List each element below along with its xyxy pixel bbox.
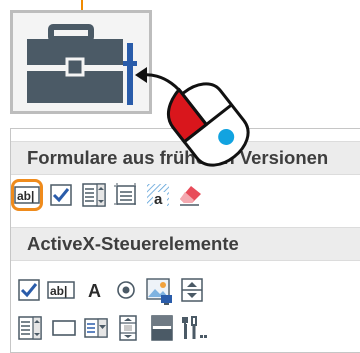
activex-option-button[interactable] (113, 277, 141, 305)
text-field-icon: ab| (14, 186, 40, 204)
list-box-icon (18, 316, 42, 340)
legacy-checkbox-button[interactable] (49, 182, 77, 210)
activex-toggle-button[interactable] (149, 315, 177, 343)
activex-scroll-bar-button[interactable] (115, 315, 143, 343)
toggle-button-icon (151, 315, 173, 341)
activex-text-box-button[interactable]: ab| (47, 277, 75, 305)
legacy-combo-box-button[interactable] (81, 182, 109, 210)
activex-spin-button[interactable] (179, 277, 207, 305)
activex-combo-box-button[interactable] (83, 315, 111, 343)
legacy-reset-shading-button[interactable] (177, 182, 205, 210)
label-label: A (88, 281, 101, 301)
text-box-icon: ab| (47, 281, 75, 299)
field-shading-icon: a (147, 184, 169, 208)
activex-list-box-button[interactable] (17, 315, 45, 343)
legacy-field-shading-button[interactable]: a (145, 182, 173, 210)
connector-line (81, 0, 83, 10)
field-shading-label: a (154, 191, 163, 208)
option-button-icon (117, 281, 135, 299)
mouse-illustration (135, 67, 250, 167)
legacy-frame-button[interactable] (113, 182, 141, 210)
checkbox-icon (50, 184, 72, 206)
combo-box-icon (82, 183, 106, 207)
checkbox-icon (18, 279, 40, 301)
activex-checkbox-button[interactable] (17, 277, 45, 305)
more-controls-icon (182, 316, 207, 339)
mouse-icon (167, 82, 250, 167)
label-icon: A (88, 281, 101, 301)
activex-image-button[interactable] (145, 277, 173, 305)
activex-controls-title: ActiveX-Steuerelemente (27, 233, 239, 254)
scroll-bar-icon (119, 315, 137, 341)
activex-controls-header: ActiveX-Steuerelemente (11, 227, 360, 261)
activex-command-button[interactable] (51, 315, 79, 343)
frame-icon (114, 183, 138, 207)
combo-box-icon (84, 318, 108, 338)
command-button-icon (52, 320, 76, 336)
eraser-icon (180, 186, 201, 206)
spin-button-icon (181, 278, 203, 302)
image-icon (146, 278, 172, 305)
activex-label-button[interactable]: A (83, 277, 111, 305)
legacy-text-field-button[interactable]: ab| (11, 179, 43, 211)
text-field-label: ab| (17, 189, 34, 203)
activex-more-controls-button[interactable] (179, 315, 207, 343)
text-box-label: ab| (50, 284, 67, 298)
